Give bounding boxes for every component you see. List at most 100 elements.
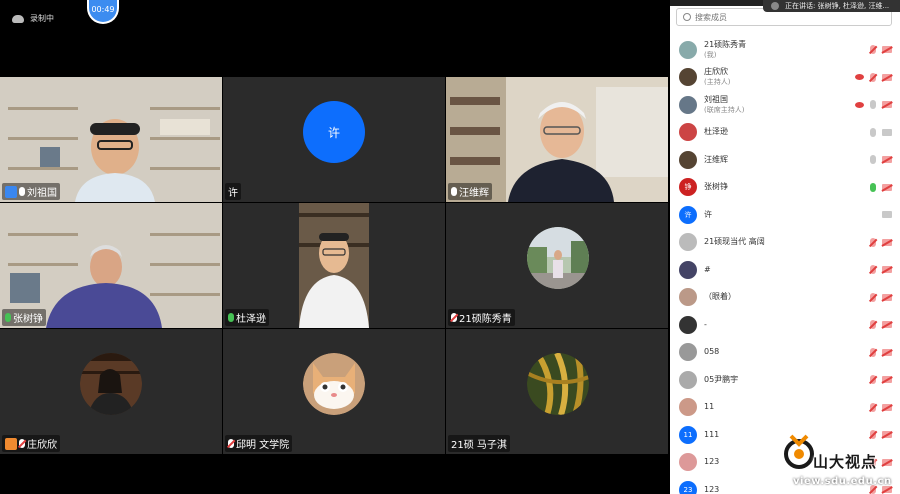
participant-name-tag: 21硕 马子淇 <box>448 435 510 452</box>
member-status-icons <box>855 72 892 82</box>
camera-off-icon[interactable] <box>882 46 892 54</box>
camera-icon[interactable] <box>882 128 892 136</box>
mic-muted-icon <box>19 439 25 448</box>
camera-off-icon[interactable] <box>882 321 892 329</box>
camera-off-icon[interactable] <box>882 101 892 109</box>
mic-muted-icon[interactable] <box>870 402 876 412</box>
member-avatar <box>679 288 697 307</box>
mic-muted-icon[interactable] <box>870 45 876 55</box>
member-name: 汪维辉 <box>704 155 728 165</box>
member-avatar <box>679 95 697 114</box>
member-row[interactable]: 刘祖国 (联席主持人) <box>670 91 900 119</box>
participant-video <box>75 119 155 202</box>
mic-muted-icon[interactable] <box>870 72 876 82</box>
camera-off-icon[interactable] <box>882 293 892 301</box>
member-row[interactable]: 庄欣欣 (主持人) <box>670 64 900 92</box>
mic-icon <box>451 187 457 196</box>
host-icon <box>5 437 17 450</box>
camera-icon[interactable] <box>882 211 892 219</box>
member-panel: 21硕陈秀青(我) 庄欣欣(主持人) 刘祖国(联席主持人) 杜泽逊汪维辉铮张树铮许许 2… <box>670 0 900 494</box>
camera-off-icon[interactable] <box>882 238 892 246</box>
video-tile[interactable]: 邱明 文学院 <box>223 329 445 454</box>
member-row[interactable]: - <box>670 311 900 339</box>
sdu-logo-icon <box>784 434 814 469</box>
video-tile[interactable]: 杜泽逊 <box>223 203 445 328</box>
mic-muted-icon[interactable] <box>870 292 876 302</box>
host-icon <box>5 185 17 198</box>
member-avatar <box>679 150 697 169</box>
video-tile[interactable]: 21硕陈秀青 <box>446 203 668 328</box>
mic-muted-icon[interactable] <box>870 237 876 247</box>
member-status-icons <box>870 182 892 192</box>
member-name: 058 <box>704 347 719 357</box>
member-name: 刘祖国 (联席主持人) <box>704 95 744 115</box>
member-row[interactable]: 铮张树铮 <box>670 174 900 202</box>
member-name: 111 <box>704 430 719 440</box>
camera-off-icon[interactable] <box>882 376 892 384</box>
member-avatar <box>679 453 697 472</box>
member-name: 张树铮 <box>704 182 728 192</box>
member-row[interactable]: 21硕现当代 高阔 <box>670 229 900 257</box>
mic-icon[interactable] <box>870 100 876 110</box>
camera-off-icon[interactable] <box>882 266 892 274</box>
member-name-text: - <box>704 319 707 329</box>
member-name-text: 许 <box>704 209 712 219</box>
member-status-icons <box>855 100 892 110</box>
mic-icon[interactable] <box>870 182 876 192</box>
participant-name-tag: 汪维辉 <box>448 183 492 200</box>
member-name-text: # <box>704 264 711 274</box>
member-row[interactable]: 汪维辉 <box>670 146 900 174</box>
participant-avatar: 许 <box>303 101 365 163</box>
search-input[interactable] <box>695 12 875 22</box>
member-status-icons <box>870 265 892 275</box>
participant-name-tag: 刘祖国 <box>2 183 60 200</box>
camera-off-icon[interactable] <box>882 403 892 411</box>
mic-icon[interactable] <box>870 155 876 165</box>
video-tile[interactable]: 21硕 马子淇 <box>446 329 668 454</box>
top-bar: 录制中 00:49 <box>0 0 668 40</box>
video-tile[interactable]: 张树铮 <box>0 203 222 328</box>
member-status-icons <box>870 292 892 302</box>
camera-off-icon[interactable] <box>882 73 892 81</box>
member-name-text: （眼着） <box>704 292 736 302</box>
member-status-icons <box>870 320 892 330</box>
mic-muted-icon[interactable] <box>870 320 876 330</box>
member-name: （眼着） <box>704 292 736 302</box>
camera-off-icon[interactable] <box>882 348 892 356</box>
recording-indicator[interactable]: 录制中 <box>12 13 54 24</box>
camera-off-icon[interactable] <box>882 156 892 164</box>
mic-muted-icon[interactable] <box>870 265 876 275</box>
member-name-text: 刘祖国 <box>704 94 728 104</box>
member-row[interactable]: # <box>670 256 900 284</box>
member-row[interactable]: 21硕陈秀青 (我) <box>670 36 900 64</box>
mic-icon <box>228 313 234 322</box>
video-tile[interactable]: 庄欣欣 <box>0 329 222 454</box>
camera-off-icon[interactable] <box>882 183 892 191</box>
participant-name-tag: 张树铮 <box>2 309 46 326</box>
video-tile[interactable]: 汪维辉 <box>446 77 668 202</box>
mic-icon[interactable] <box>870 127 876 137</box>
member-row[interactable]: 杜泽逊 <box>670 119 900 147</box>
member-row[interactable]: 许许 <box>670 201 900 229</box>
member-row[interactable]: 11 <box>670 394 900 422</box>
video-tile[interactable]: 刘祖国 <box>0 77 222 202</box>
mic-muted-icon[interactable] <box>870 347 876 357</box>
member-name-text: 123 <box>704 457 720 467</box>
member-name-text: 杜泽逊 <box>704 127 728 137</box>
cloud-icon <box>12 14 24 23</box>
member-row[interactable]: 058 <box>670 339 900 367</box>
participant-avatar <box>527 353 589 415</box>
member-name-text: 11 <box>704 402 715 412</box>
member-list: 21硕陈秀青 (我) 庄欣欣 (主持人) 刘祖国 (联席主持人) 杜泽逊 汪维辉铮张树铮许许 2… <box>670 36 900 494</box>
mic-muted-icon[interactable] <box>870 375 876 385</box>
speaking-text: 正在讲话: 张树铮, 杜泽逊, 汪维... <box>785 2 890 10</box>
member-avatar <box>679 68 697 87</box>
member-row[interactable]: 05尹鹏宇 <box>670 366 900 394</box>
member-name: - <box>704 320 707 330</box>
member-name: 21硕陈秀青 (我) <box>704 40 746 60</box>
mic-muted-icon <box>451 313 457 322</box>
member-row[interactable]: （眼着） <box>670 284 900 312</box>
member-name-text: 21硕陈秀青 <box>704 39 747 49</box>
member-status-icons <box>882 211 892 219</box>
video-tile[interactable]: 许 许 <box>223 77 445 202</box>
